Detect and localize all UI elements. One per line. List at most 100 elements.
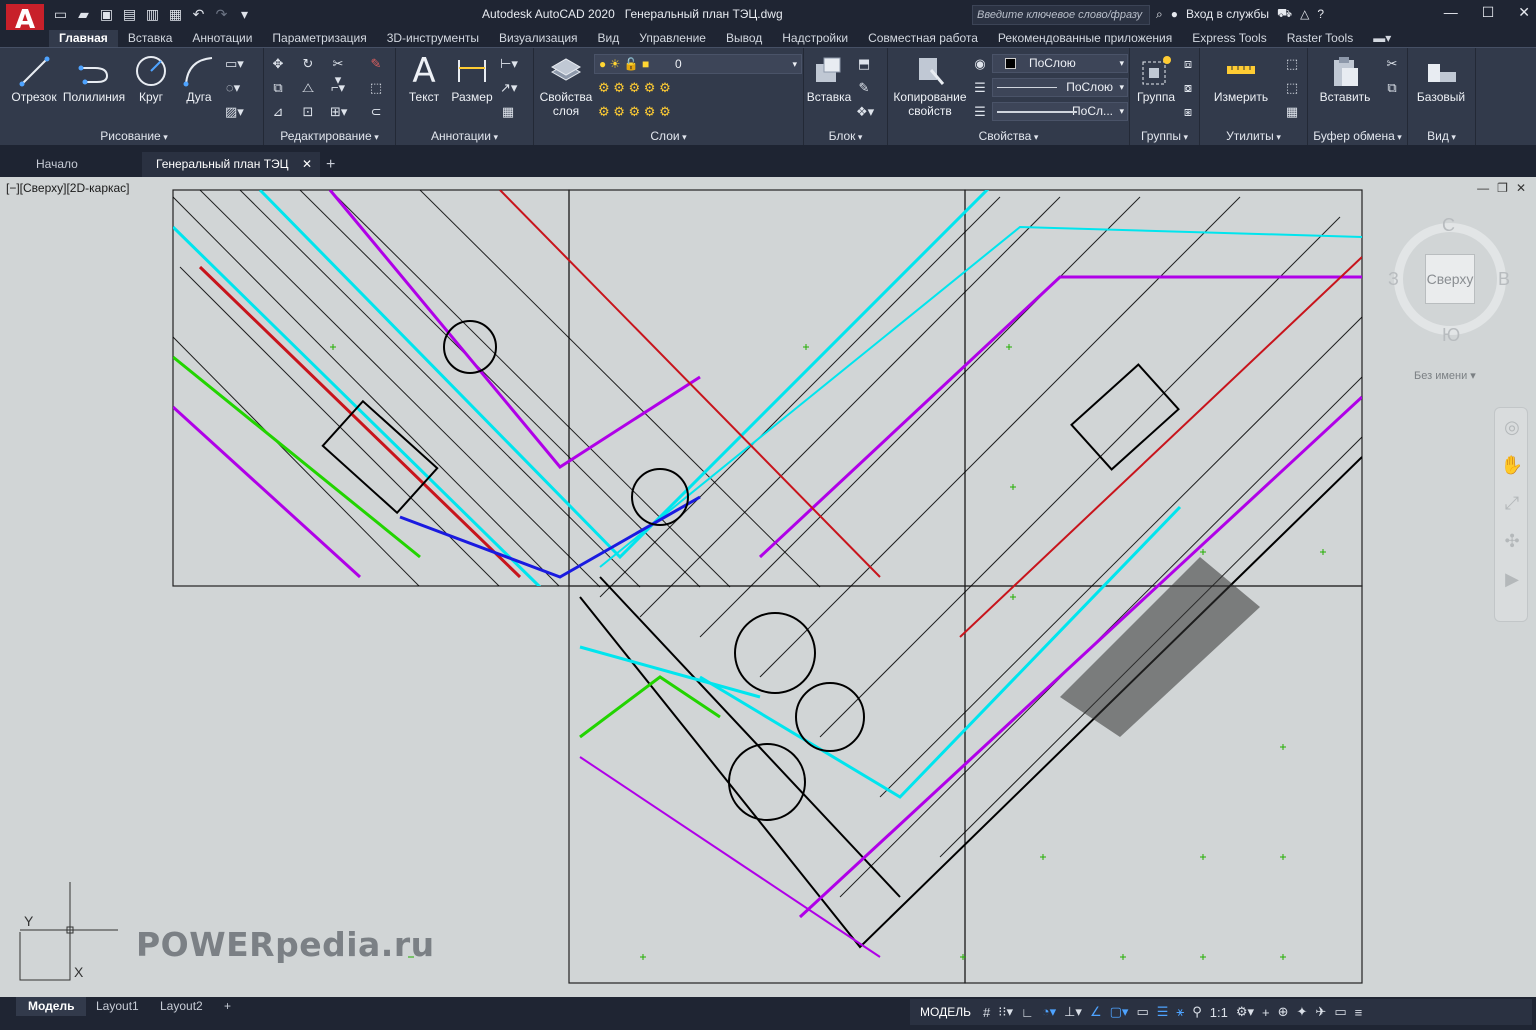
maximize-icon[interactable]: ☐ — [1482, 4, 1495, 21]
annotation-visibility-icon[interactable]: ⚹ — [1176, 1004, 1184, 1020]
ortho-icon[interactable]: ∟ — [1021, 1005, 1034, 1020]
fillet-icon[interactable]: ⌐▾ — [330, 80, 346, 96]
annotation-monitor-icon[interactable]: + — [1262, 1005, 1270, 1020]
undo-icon[interactable]: ↶ — [190, 6, 207, 23]
new-tab-icon[interactable]: + — [326, 156, 335, 174]
tab-3d-tools[interactable]: 3D-инструменты — [377, 30, 489, 47]
group-select-icon[interactable]: ⧆ — [1180, 104, 1196, 120]
tab-visualize[interactable]: Визуализация — [489, 30, 588, 47]
clean-screen-icon[interactable]: ▭ — [1334, 1004, 1346, 1020]
utilities-panel-title[interactable]: Утилиты — [1200, 128, 1307, 144]
tab-parametric[interactable]: Параметризация — [262, 30, 376, 47]
add-layout-icon[interactable]: + — [212, 997, 243, 1016]
transparency-icon[interactable]: ☰ — [1157, 1004, 1169, 1020]
linear-dim-icon[interactable]: ⊢▾ — [500, 56, 518, 72]
base-view-button[interactable]: Базовый — [1412, 54, 1470, 104]
grid-icon[interactable]: # — [983, 1005, 990, 1020]
customize-qat-icon[interactable]: ▾ — [236, 6, 253, 23]
table-icon[interactable]: ▦ — [500, 104, 516, 120]
move-icon[interactable]: ✥ — [270, 56, 286, 72]
circle-button[interactable]: Круг — [129, 54, 173, 104]
quick-select-icon[interactable]: ⬚ — [1284, 56, 1300, 72]
layer-properties-button[interactable]: Свойства слоя — [538, 54, 594, 118]
tab-view[interactable]: Вид — [588, 30, 630, 47]
tab-output[interactable]: Вывод — [716, 30, 772, 47]
open-folder-icon[interactable]: ▰ — [75, 6, 92, 23]
lineweight-icon[interactable]: ☰ — [972, 104, 988, 120]
plot-icon[interactable]: ▦ — [167, 6, 184, 23]
polyline-button[interactable]: Полилиния — [61, 54, 127, 104]
group-edit-icon[interactable]: ⧇ — [1180, 80, 1196, 96]
copy-clip-icon[interactable]: ⧉ — [1384, 80, 1400, 96]
trim-icon[interactable]: ✂▾ — [330, 56, 346, 87]
ungroup-icon[interactable]: ⧈ — [1180, 56, 1196, 72]
layers-panel-title[interactable]: Слои — [534, 128, 803, 144]
tab-featured-apps[interactable]: Рекомендованные приложения — [988, 30, 1182, 47]
create-block-icon[interactable]: ⬒ — [856, 56, 872, 72]
tab-model[interactable]: Модель — [16, 997, 87, 1016]
compass-east[interactable]: В — [1498, 269, 1510, 290]
tab-insert[interactable]: Вставка — [118, 30, 183, 47]
search-input[interactable] — [973, 6, 1149, 24]
close-icon[interactable]: ✕ — [1518, 4, 1530, 21]
copy-icon[interactable]: ⧉ — [270, 80, 286, 96]
model-space-button[interactable]: МОДЕЛЬ — [916, 1005, 975, 1019]
orbit-icon[interactable]: ✣ — [1495, 522, 1529, 560]
a360-icon[interactable]: △ — [1300, 7, 1309, 21]
compass-south[interactable]: Ю — [1442, 325, 1460, 346]
isolate-objects-icon[interactable]: ✦ — [1297, 1004, 1308, 1020]
group-button[interactable]: Группа — [1134, 54, 1178, 104]
viewcube-top-face[interactable]: Сверху — [1425, 254, 1475, 304]
modify-panel-title[interactable]: Редактирование — [264, 128, 395, 144]
tab-annotate[interactable]: Аннотации — [182, 30, 262, 47]
cut-icon[interactable]: ✂ — [1384, 56, 1400, 72]
rectangle-icon[interactable]: ▭▾ — [225, 56, 244, 72]
publish-icon[interactable]: ▥ — [144, 6, 161, 23]
auto-scale-icon[interactable]: ⚲ — [1192, 1004, 1202, 1020]
scale-icon[interactable]: ⊡ — [300, 104, 316, 120]
erase-icon[interactable]: ✎ — [368, 56, 384, 72]
rotate-icon[interactable]: ↻ — [300, 56, 316, 72]
hatch-icon[interactable]: ◌▾ — [225, 80, 241, 96]
color-dropdown[interactable]: ПоСлою — [992, 54, 1128, 73]
lineweight-dropdown[interactable]: ПоСл... — [992, 102, 1128, 121]
annotation-panel-title[interactable]: Аннотации — [396, 128, 533, 144]
lineweight-toggle-icon[interactable]: ▭ — [1136, 1004, 1148, 1020]
tab-manage[interactable]: Управление — [629, 30, 716, 47]
tab-home[interactable]: Главная — [49, 30, 118, 47]
customize-menu-icon[interactable]: ≡ — [1355, 1005, 1363, 1020]
layer-dropdown[interactable]: ● ☀ 🔓 ■ 0 ▾ — [594, 54, 802, 74]
compass-west[interactable]: З — [1388, 269, 1399, 290]
stretch-icon[interactable]: ⊿ — [270, 104, 286, 120]
save-as-icon[interactable]: ▤ — [121, 6, 138, 23]
edit-block-icon[interactable]: ✎ — [856, 80, 872, 96]
block-attr-icon[interactable]: ❖▾ — [856, 104, 874, 120]
compass-north[interactable]: С — [1442, 215, 1455, 236]
tab-express-tools[interactable]: Express Tools — [1182, 30, 1276, 47]
measure-button[interactable]: Измерить — [1204, 54, 1278, 104]
match-properties-button[interactable]: Копирование свойств — [890, 54, 970, 118]
annotation-scale[interactable]: 1:1 — [1210, 1005, 1228, 1020]
drawing-canvas[interactable]: [−][Сверху][2D-каркас] — ❐ ✕ С Ю З В Све… — [0, 177, 1536, 997]
graphics-performance-icon[interactable]: ✈ — [1315, 1004, 1326, 1020]
view-panel-title[interactable]: Вид — [1408, 128, 1475, 144]
binoculars-icon[interactable]: ⌕ — [1156, 7, 1163, 22]
osnap-icon[interactable]: ▢▾ — [1110, 1004, 1129, 1020]
insert-block-button[interactable]: Вставка — [806, 54, 852, 104]
offset-icon[interactable]: ⊂ — [368, 104, 384, 120]
array-icon[interactable]: ⊞▾ — [330, 104, 347, 120]
search-box[interactable] — [972, 5, 1150, 25]
mirror-icon[interactable]: ⧍ — [300, 80, 316, 96]
tab-drawing[interactable]: Генеральный план ТЭЦ ✕ — [142, 152, 320, 177]
explode-icon[interactable]: ⬚ — [368, 80, 384, 96]
pan-icon[interactable]: ✋ — [1495, 446, 1529, 484]
paste-button[interactable]: Вставить — [1316, 54, 1374, 104]
text-button[interactable]: A Текст — [402, 51, 446, 104]
snap-icon[interactable]: ⁝⁝▾ — [998, 1004, 1013, 1020]
ribbon-minimize-icon[interactable]: ▬▾ — [1363, 30, 1401, 47]
zoom-extents-icon[interactable]: ⤢ — [1495, 484, 1529, 522]
help-icon[interactable]: ? — [1317, 7, 1324, 21]
polar-icon[interactable]: ◔▾ — [1042, 1004, 1056, 1020]
gradient-icon[interactable]: ▨▾ — [225, 104, 244, 120]
dimension-button[interactable]: Размер — [448, 54, 496, 104]
